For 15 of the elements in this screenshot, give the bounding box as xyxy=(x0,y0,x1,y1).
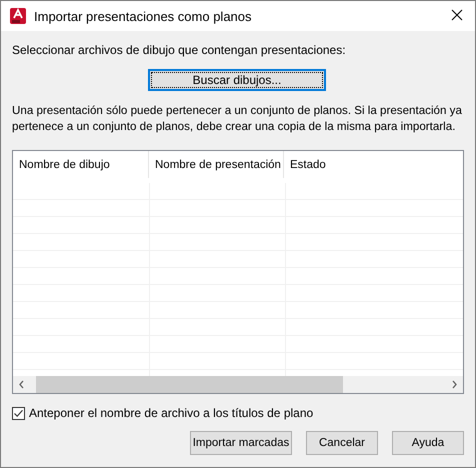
browse-button[interactable]: Buscar dibujos... xyxy=(148,69,326,91)
scrollbar-thumb[interactable] xyxy=(36,376,343,393)
column-header[interactable]: Estado xyxy=(284,151,463,178)
cancel-button[interactable]: Cancelar xyxy=(306,431,378,455)
import-button[interactable]: Importar marcadas xyxy=(190,431,292,455)
prefix-checkbox[interactable] xyxy=(12,406,25,420)
close-icon[interactable] xyxy=(451,9,463,21)
help-button[interactable]: Ayuda xyxy=(392,431,464,455)
info-text: Una presentación sólo puede pertenecer a un conjunto de planos. Si la presentación ya pertenece a un conjunto de planos, debe crear una copia de la misma para importarla. xyxy=(12,103,463,135)
window-title: Importar presentaciones como planos xyxy=(34,8,252,24)
column-header[interactable]: Nombre de dibujo xyxy=(13,151,149,178)
select-label: Seleccionar archivos de dibujo que contengan presentaciones: xyxy=(12,43,347,59)
app-logo-icon xyxy=(10,8,26,24)
column-header[interactable]: Nombre de presentación xyxy=(149,151,284,178)
checkbox-label: Anteponer el nombre de archivo a los títulos de plano xyxy=(29,406,314,420)
